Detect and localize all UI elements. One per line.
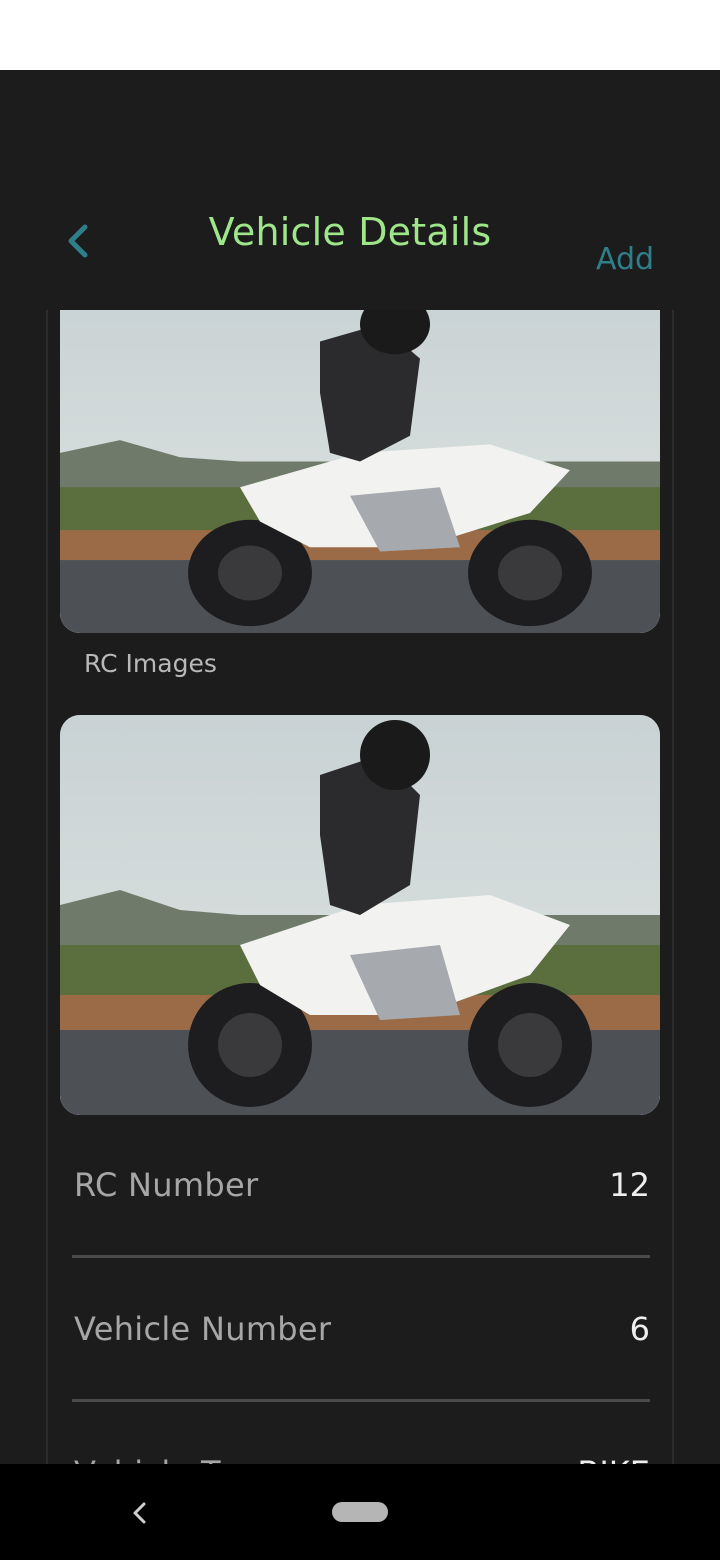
vehicle-number-label: Vehicle Number bbox=[74, 1310, 332, 1348]
triangle-back-icon bbox=[133, 1502, 146, 1524]
vehicle-image[interactable] bbox=[60, 310, 660, 633]
divider bbox=[72, 1399, 650, 1402]
vehicle-type-value: BIKE bbox=[577, 1454, 650, 1464]
rc-images-label: RC Images bbox=[84, 649, 217, 678]
vehicle-number-row: Vehicle Number 6 bbox=[72, 1310, 650, 1410]
vehicle-type-label: Vehicle Type bbox=[74, 1454, 276, 1464]
divider bbox=[72, 1255, 650, 1258]
vehicle-details-screen: Vehicle Details Add RC Images RC Number … bbox=[0, 70, 720, 1464]
rc-image[interactable] bbox=[60, 715, 660, 1115]
add-button[interactable]: Add bbox=[596, 242, 654, 277]
system-navigation-bar bbox=[0, 1464, 720, 1560]
motorcycle-photo-icon bbox=[60, 310, 660, 633]
vehicle-type-row: Vehicle Type BIKE bbox=[72, 1454, 650, 1464]
motorcycle-photo-icon bbox=[60, 715, 660, 1115]
status-bar bbox=[0, 0, 720, 70]
nav-back-button[interactable] bbox=[126, 1498, 152, 1528]
vehicle-number-value: 6 bbox=[629, 1310, 650, 1348]
details-scroll-area[interactable]: RC Images RC Number 12 Vehicle Number 6 bbox=[46, 310, 674, 1464]
home-pill-icon[interactable] bbox=[332, 1502, 388, 1522]
rc-number-value: 12 bbox=[609, 1166, 650, 1204]
rc-number-row: RC Number 12 bbox=[72, 1166, 650, 1266]
rc-number-label: RC Number bbox=[74, 1166, 259, 1204]
app-header: Vehicle Details Add bbox=[0, 70, 720, 310]
page-title: Vehicle Details bbox=[208, 210, 492, 254]
